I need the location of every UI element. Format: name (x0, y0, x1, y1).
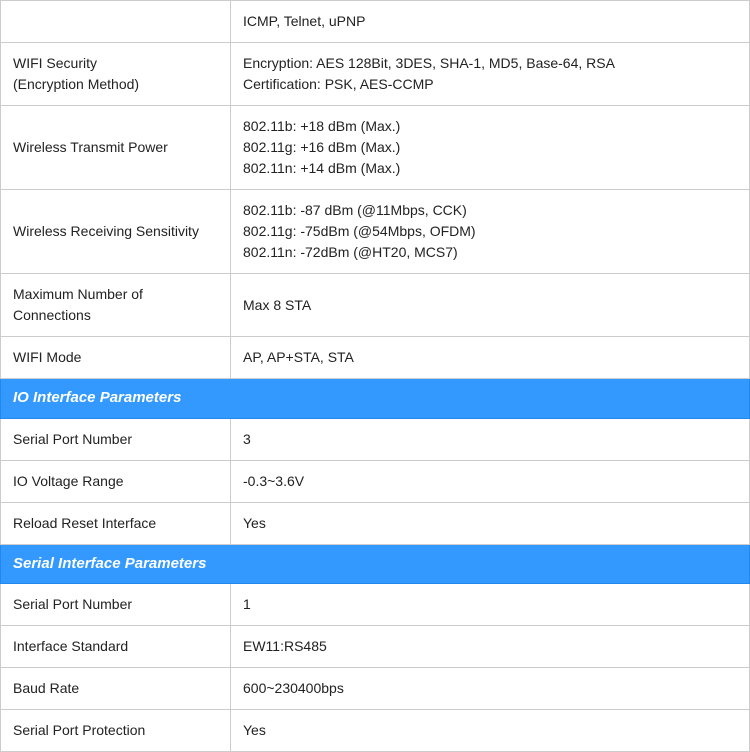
row-label: IO Voltage Range (1, 460, 231, 502)
table-row: WIFI Mode AP, AP+STA, STA (1, 337, 750, 379)
row-label: Maximum Number of Connections (1, 274, 231, 337)
row-value: 802.11b: +18 dBm (Max.)802.11g: +16 dBm … (231, 106, 750, 190)
section-header-label: Serial Interface Parameters (1, 544, 750, 584)
row-value: Max 8 STA (231, 274, 750, 337)
table-row: WIFI Security(Encryption Method) Encrypt… (1, 43, 750, 106)
table-row: Serial Interface Parameters (1, 544, 750, 584)
table-row: Serial Port Number 1 (1, 584, 750, 626)
row-value: -0.3~3.6V (231, 460, 750, 502)
row-label: WIFI Mode (1, 337, 231, 379)
row-value: Encryption: AES 128Bit, 3DES, SHA-1, MD5… (231, 43, 750, 106)
row-label: WIFI Security(Encryption Method) (1, 43, 231, 106)
row-value: 802.11b: -87 dBm (@11Mbps, CCK)802.11g: … (231, 190, 750, 274)
row-label: Interface Standard (1, 626, 231, 668)
section-header-label: IO Interface Parameters (1, 379, 750, 419)
row-value: 1 (231, 584, 750, 626)
table-row: Reload Reset Interface Yes (1, 502, 750, 544)
row-label: Wireless Receiving Sensitivity (1, 190, 231, 274)
table-row: Serial Port Number 3 (1, 418, 750, 460)
row-value: ICMP, Telnet, uPNP (231, 1, 750, 43)
row-label: Serial Port Number (1, 584, 231, 626)
row-value: 3 (231, 418, 750, 460)
spec-table: ICMP, Telnet, uPNP WIFI Security(Encrypt… (0, 0, 750, 752)
row-value: AP, AP+STA, STA (231, 337, 750, 379)
row-value: Yes (231, 710, 750, 752)
table-row: IO Interface Parameters (1, 379, 750, 419)
table-row: Wireless Transmit Power 802.11b: +18 dBm… (1, 106, 750, 190)
table-row: IO Voltage Range -0.3~3.6V (1, 460, 750, 502)
row-label (1, 1, 231, 43)
row-label: Serial Port Protection (1, 710, 231, 752)
row-label: Reload Reset Interface (1, 502, 231, 544)
spec-table-container: ICMP, Telnet, uPNP WIFI Security(Encrypt… (0, 0, 750, 752)
table-row: Interface Standard EW11:RS485 (1, 626, 750, 668)
row-value: Yes (231, 502, 750, 544)
table-row: Maximum Number of Connections Max 8 STA (1, 274, 750, 337)
row-label: Baud Rate (1, 668, 231, 710)
row-label: Serial Port Number (1, 418, 231, 460)
table-row: ICMP, Telnet, uPNP (1, 1, 750, 43)
table-row: Serial Port Protection Yes (1, 710, 750, 752)
row-value: EW11:RS485 (231, 626, 750, 668)
table-row: Baud Rate 600~230400bps (1, 668, 750, 710)
row-value: 600~230400bps (231, 668, 750, 710)
table-row: Wireless Receiving Sensitivity 802.11b: … (1, 190, 750, 274)
row-label: Wireless Transmit Power (1, 106, 231, 190)
